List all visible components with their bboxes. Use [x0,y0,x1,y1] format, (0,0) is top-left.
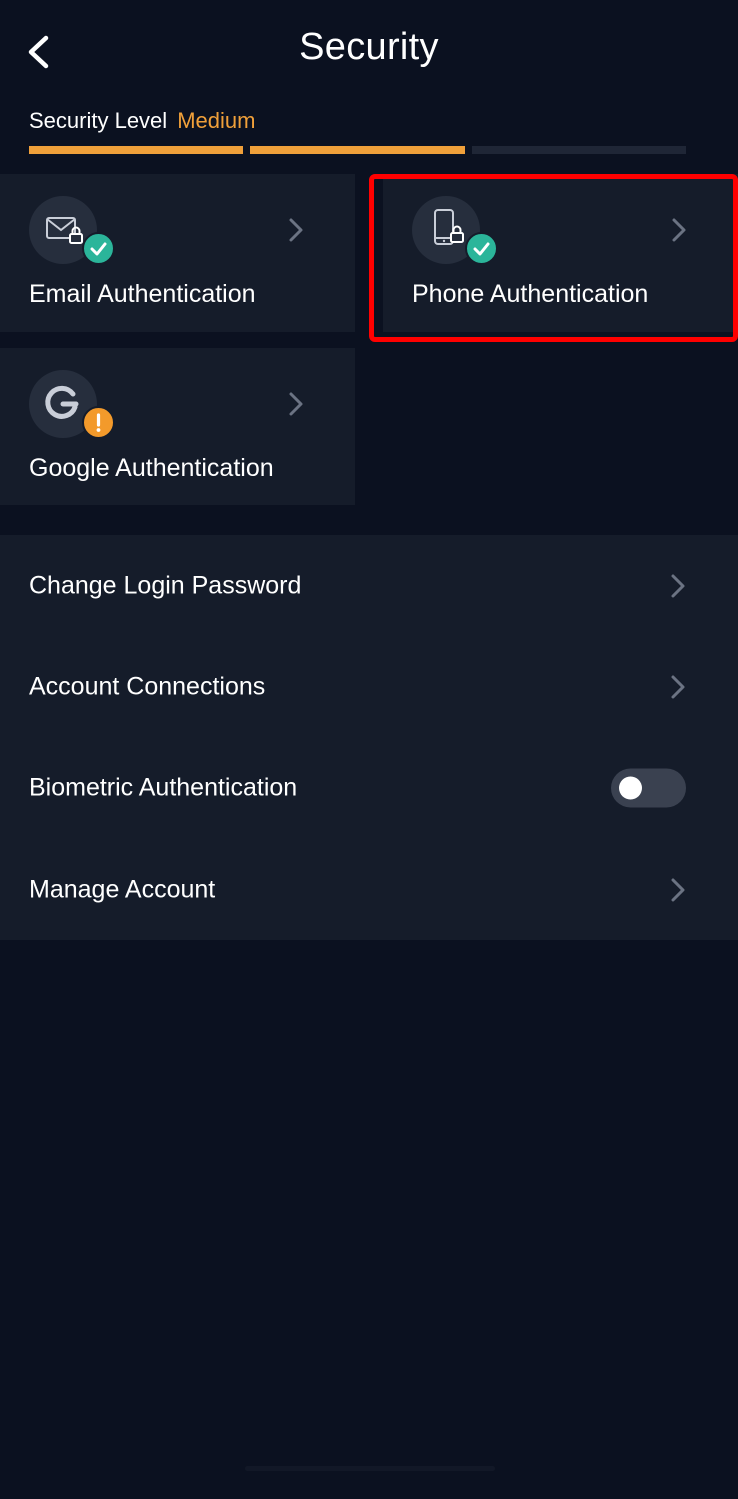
account-connections-label: Account Connections [29,672,266,700]
security-level-segment [250,146,465,154]
chevron-right-icon [671,878,685,901]
email-authentication-card[interactable]: Email Authentication [0,174,355,332]
security-level-bar [29,146,686,154]
biometric-authentication-label: Biometric Authentication [29,773,298,801]
phone-authentication-label: Phone Authentication [412,280,649,308]
change-login-password-row[interactable]: Change Login Password [0,535,738,636]
biometric-toggle[interactable] [611,768,686,807]
verified-check-icon [465,232,498,265]
toggle-knob [619,776,642,799]
security-level: Security Level Medium [29,108,255,134]
chevron-right-icon [289,392,303,416]
security-level-segment [471,146,686,154]
phone-authentication-card[interactable]: Phone Authentication [383,174,738,332]
email-authentication-label: Email Authentication [29,280,256,308]
chevron-right-icon [289,218,303,242]
security-menu: Change Login Password Account Connection… [0,535,738,940]
security-level-segment [29,146,244,154]
manage-account-label: Manage Account [29,875,216,903]
security-level-label: Security Level [29,108,168,133]
chevron-right-icon [672,218,686,242]
home-indicator [245,1466,495,1471]
header: Security [0,0,738,100]
chevron-right-icon [671,574,685,597]
change-login-password-label: Change Login Password [29,571,302,599]
biometric-authentication-row: Biometric Authentication [0,737,738,838]
google-authentication-label: Google Authentication [29,454,274,482]
security-level-value: Medium [177,108,256,133]
account-connections-row[interactable]: Account Connections [0,636,738,737]
manage-account-row[interactable]: Manage Account [0,839,738,940]
verified-check-icon [82,232,115,265]
chevron-right-icon [671,675,685,698]
page-title: Security [299,26,439,68]
warning-icon [82,406,115,439]
google-authentication-card[interactable]: Google Authentication [0,348,355,505]
